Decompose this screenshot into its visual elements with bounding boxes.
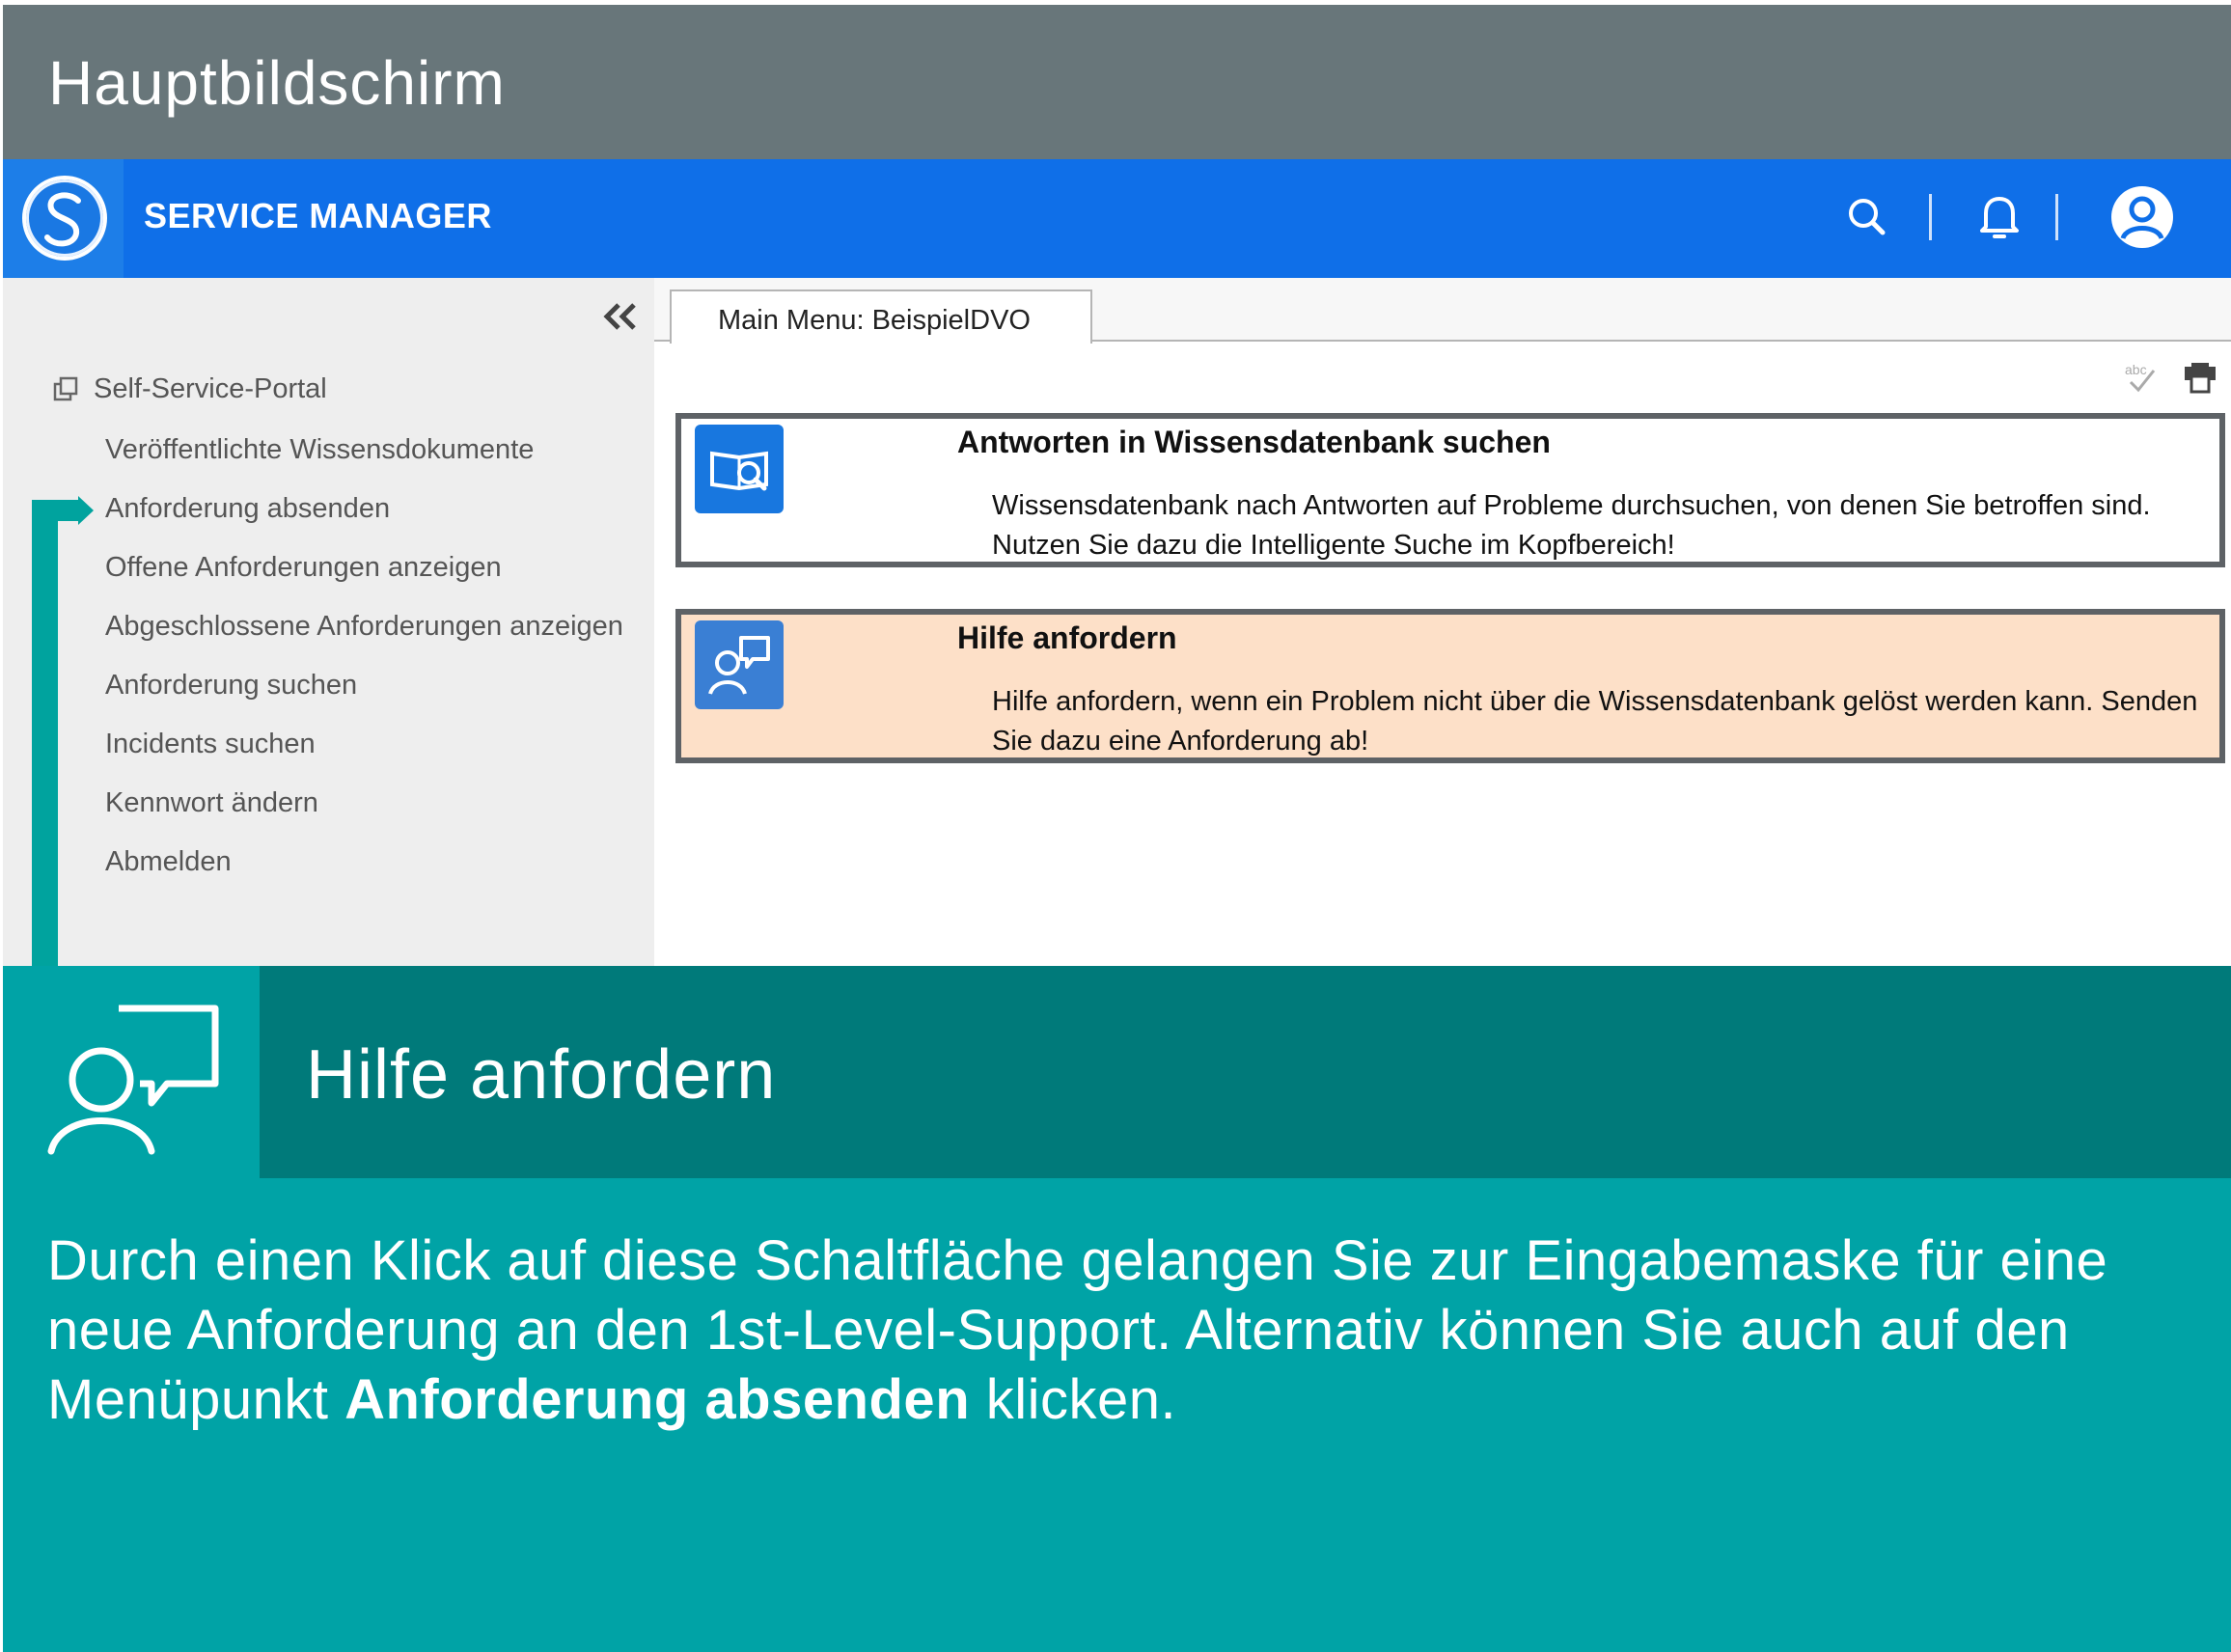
book-search-icon — [695, 425, 784, 513]
sidebar-item-search-request[interactable]: Anforderung suchen — [105, 670, 357, 702]
tab-main-menu[interactable]: Main Menu: BeispielDVO — [670, 289, 1092, 344]
callout-header: Hilfe anfordern — [260, 966, 2231, 1178]
page-header-title: Hauptbildschirm — [48, 48, 506, 118]
svg-text:abc: abc — [2125, 362, 2147, 377]
spellcheck-icon[interactable]: abc — [2121, 357, 2163, 399]
double-chevron-left-icon[interactable] — [599, 295, 642, 338]
sidebar-item-change-password[interactable]: Kennwort ändern — [105, 787, 318, 819]
callout-text: Durch einen Klick auf diese Schaltfläche… — [47, 1226, 2209, 1435]
card-title: Hilfe anfordern — [957, 620, 1177, 655]
app-bar: SERVICE MANAGER — [3, 159, 2231, 278]
copy-icon — [53, 376, 78, 401]
sidebar-item-submit-request[interactable]: Anforderung absenden — [105, 493, 390, 525]
card-description: Hilfe anfordern, wenn ein Problem nicht … — [992, 686, 2198, 757]
callout-text-after: klicken. — [970, 1368, 1177, 1431]
sidebar-item-search-incidents[interactable]: Incidents suchen — [105, 729, 316, 760]
person-speech-icon — [695, 620, 784, 709]
person-speech-icon — [47, 1005, 219, 1155]
callout-text-bold: Anforderung absenden — [344, 1368, 971, 1431]
app-title: SERVICE MANAGER — [144, 196, 492, 235]
tab-bar: Main Menu: BeispielDVO — [654, 278, 2231, 344]
callout-title: Hilfe anfordern — [306, 1036, 777, 1114]
separator — [2055, 194, 2058, 240]
card-knowledge-search[interactable]: Antworten in Wissensdatenbank suchen Wis… — [675, 413, 2225, 567]
callout-panel: Hilfe anfordern Durch einen Klick auf di… — [3, 966, 2231, 1652]
sidebar-item-open-requests[interactable]: Offene Anforderungen anzeigen — [105, 552, 502, 584]
app-logo[interactable] — [3, 159, 124, 278]
card-request-help[interactable]: Hilfe anfordern Hilfe anfordern, wenn ei… — [675, 609, 2225, 763]
sidebar-item-closed-requests[interactable]: Abgeschlossene Anforderungen anzeigen — [105, 611, 623, 643]
print-icon[interactable] — [2179, 357, 2221, 399]
sidebar-item-logout[interactable]: Abmelden — [105, 846, 232, 878]
bell-icon[interactable] — [1970, 188, 2028, 246]
card-description: Wissensdatenbank nach Antworten auf Prob… — [992, 490, 2151, 561]
sidebar-root-self-service-portal[interactable]: Self-Service-Portal — [51, 365, 327, 413]
user-avatar-icon[interactable] — [2107, 182, 2177, 252]
card-title: Antworten in Wissensdatenbank suchen — [957, 425, 1551, 459]
sidebar: Self-Service-Portal Veröffentlichte Wiss… — [3, 278, 654, 966]
callout-pointer-arrow — [78, 496, 94, 525]
page-header: Hauptbildschirm — [3, 5, 2231, 159]
search-icon[interactable] — [1838, 188, 1896, 246]
logo-s-icon — [22, 176, 107, 261]
main-content: Main Menu: BeispielDVO abc Antworten in … — [654, 278, 2231, 966]
sidebar-item-published-knowledge[interactable]: Veröffentlichte Wissensdokumente — [105, 434, 534, 466]
callout-pointer-line — [32, 500, 58, 966]
callout-pointer-branch — [32, 500, 80, 521]
sidebar-root-label: Self-Service-Portal — [94, 372, 327, 404]
separator — [1929, 194, 1932, 240]
